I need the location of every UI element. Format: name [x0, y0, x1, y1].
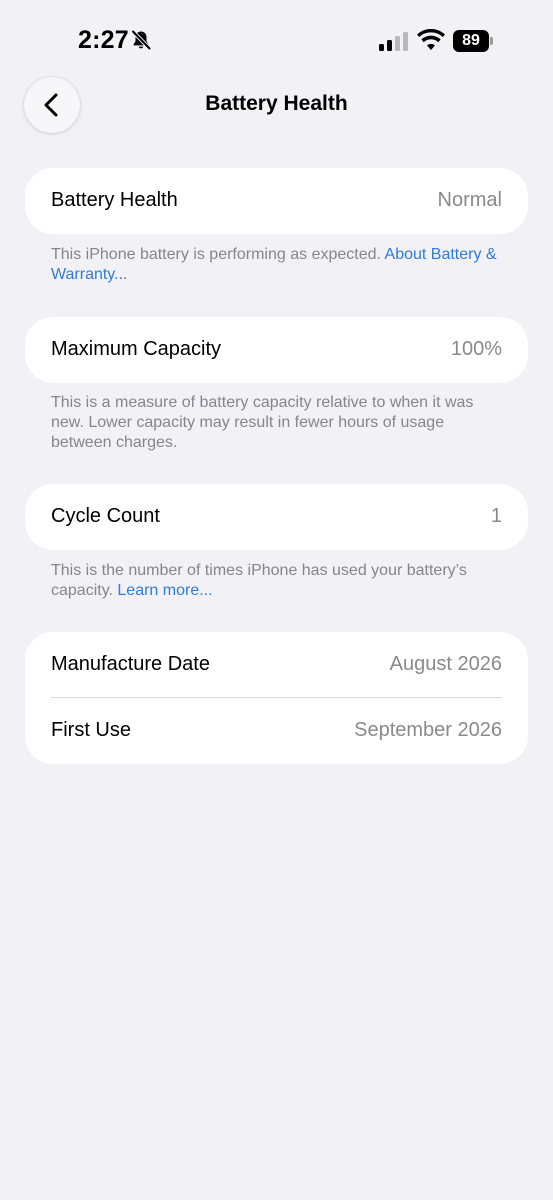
manufacture-date-label: Manufacture Date: [51, 653, 210, 675]
battery-health-footnote: This iPhone battery is performing as exp…: [51, 245, 501, 285]
page-title: Battery Health: [205, 92, 348, 115]
cycle-count-value: 1: [490, 505, 502, 527]
maximum-capacity-card: Maximum Capacity 100%: [25, 317, 528, 383]
maximum-capacity-footnote: This is a measure of battery capacity re…: [51, 394, 474, 451]
cycle-count-footnote-text: This is the number of times iPhone has u…: [51, 562, 467, 599]
battery-health-value: Normal: [437, 189, 502, 211]
manufacture-date-row: Manufacture Date August 2026: [25, 632, 528, 698]
wifi-icon: [417, 29, 445, 50]
battery-cap: [490, 37, 493, 45]
status-time: 2:27: [78, 26, 129, 54]
battery-icon: 89: [453, 30, 495, 52]
cellular-signal-icon: [379, 32, 408, 51]
battery-level: 89: [453, 30, 489, 52]
battery-health-card: Battery Health Normal: [25, 168, 528, 234]
learn-more-link[interactable]: Learn more...: [117, 582, 212, 599]
cycle-count-footnote: This is the number of times iPhone has u…: [51, 561, 501, 601]
maximum-capacity-label: Maximum Capacity: [51, 338, 222, 360]
bell-slash-icon: [131, 30, 151, 50]
cycle-count-card: Cycle Count 1: [25, 484, 528, 550]
first-use-label: First Use: [51, 719, 131, 741]
dates-card: Manufacture Date August 2026 First Use S…: [25, 632, 528, 764]
manufacture-date-value: August 2026: [389, 653, 502, 675]
status-bar: 2:27 89: [0, 0, 553, 80]
battery-health-row: Battery Health Normal: [25, 168, 528, 234]
first-use-value: September 2026: [354, 719, 502, 741]
battery-health-footnote-text: This iPhone battery is performing as exp…: [51, 246, 385, 263]
first-use-row: First Use September 2026: [25, 698, 528, 764]
cycle-count-label: Cycle Count: [51, 505, 160, 527]
cycle-count-row: Cycle Count 1: [25, 484, 528, 550]
battery-health-label: Battery Health: [51, 189, 178, 211]
maximum-capacity-value: 100%: [450, 338, 502, 360]
maximum-capacity-row: Maximum Capacity 100%: [25, 317, 528, 383]
